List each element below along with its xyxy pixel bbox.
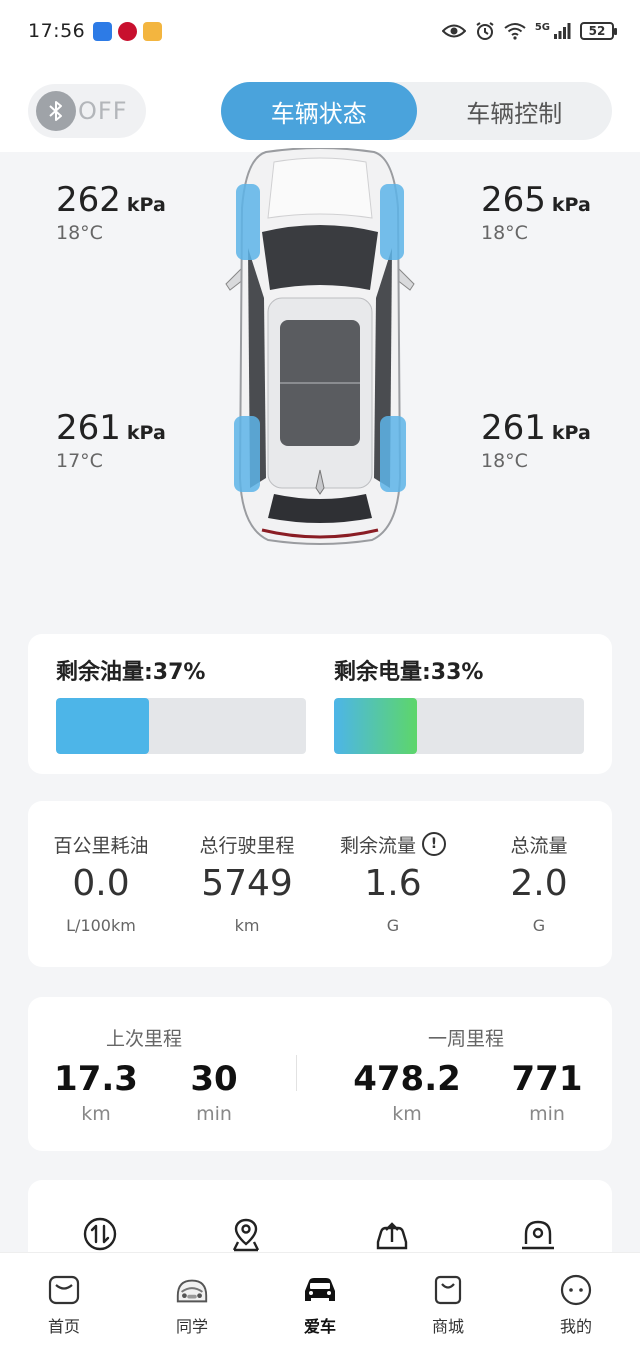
info-icon[interactable]: !	[422, 832, 446, 856]
stat-unit: L/100km	[66, 916, 136, 935]
profile-face-icon	[558, 1273, 594, 1307]
home-icon	[46, 1273, 82, 1307]
week-distance: 478.2	[353, 1059, 461, 1099]
battery-level-bar	[334, 698, 584, 754]
last-trip-duration: 30	[190, 1059, 238, 1099]
last-trip-title: 上次里程	[106, 1028, 183, 1050]
tab-vehicle-control[interactable]: 车辆控制	[417, 82, 613, 140]
view-tabs: 车辆状态 车辆控制	[221, 82, 612, 140]
energy-levels-card: 剩余油量:37% 剩余电量:33%	[28, 634, 612, 774]
signal-icon	[554, 23, 571, 39]
status-bar: 17:56 5G 52	[0, 0, 640, 62]
fuel-level-bar	[56, 698, 306, 754]
stat-fuel-consumption: 百公里耗油 0.0 L/100km	[28, 801, 174, 967]
stat-unit: km	[234, 916, 260, 935]
tire-highlight-rear-left	[234, 416, 260, 492]
tire-pressure: 261	[56, 408, 121, 448]
bluetooth-icon	[36, 91, 76, 131]
tire-highlight-front-left	[236, 184, 260, 260]
status-time: 17:56	[28, 20, 86, 42]
week-duration-unit: min	[529, 1103, 565, 1125]
stat-unit: G	[532, 916, 546, 935]
last-trip-distance: 17.3	[54, 1059, 138, 1099]
tire-rear-left: 261 kPa 17°C	[56, 408, 166, 472]
tire-temperature: 18°C	[481, 450, 528, 472]
last-trip-distance-unit: km	[81, 1103, 111, 1125]
shopping-bag-icon	[430, 1273, 466, 1307]
bluetooth-state-label: OFF	[78, 97, 128, 125]
stat-label: 总行驶里程	[199, 834, 295, 857]
status-right: 5G 52	[441, 21, 617, 41]
status-notification-icons	[93, 21, 163, 41]
last-trip-duration-unit: min	[196, 1103, 232, 1125]
nav-label: 首页	[47, 1317, 80, 1336]
mileage-divider	[296, 1055, 297, 1091]
bluetooth-toggle[interactable]: OFF	[28, 84, 146, 138]
tire-pressure: 265	[481, 180, 546, 220]
tire-pressure-unit: kPa	[126, 194, 166, 216]
vehicle-stats-card: 百公里耗油 0.0 L/100km 总行驶里程 5749 km 剩余流量 ! 1…	[28, 801, 612, 967]
nav-label: 商城	[431, 1317, 464, 1336]
battery-level-label: 剩余电量:33%	[334, 660, 484, 685]
location-pin-icon[interactable]	[228, 1216, 264, 1252]
tire-highlight-front-right	[380, 184, 404, 260]
tire-temperature: 18°C	[56, 222, 103, 244]
app-notification-icon	[93, 21, 113, 41]
bottom-navigation: 首页 同学 爱车 商城 我的	[0, 1252, 640, 1352]
tire-temperature: 17°C	[56, 450, 103, 472]
fuel-level-fill	[56, 698, 149, 754]
nav-label: 同学	[175, 1317, 208, 1336]
tire-pressure-unit: kPa	[551, 194, 591, 216]
week-duration: 771	[511, 1059, 583, 1099]
battery-level-fill	[334, 698, 417, 754]
mileage-card: 上次里程 17.3 km 30 min 一周里程 478.2 km 771 mi…	[28, 997, 612, 1151]
swap-arrows-icon[interactable]	[82, 1216, 118, 1252]
week-distance-unit: km	[392, 1103, 422, 1125]
nav-label: 我的	[559, 1317, 592, 1336]
stat-value: 1.6	[364, 863, 422, 904]
week-mileage-title: 一周里程	[428, 1028, 505, 1050]
stat-total-data: 总流量 2.0 G	[466, 801, 612, 967]
tire-pressure-unit: kPa	[551, 422, 591, 444]
tire-temperature: 18°C	[481, 222, 528, 244]
fuel-level-label: 剩余油量:37%	[56, 660, 206, 685]
tire-pressure-unit: kPa	[126, 422, 166, 444]
stat-label: 百公里耗油	[53, 834, 149, 857]
stat-label: 总流量	[510, 834, 568, 857]
tire-pressure: 261	[481, 408, 546, 448]
tire-rear-right: 261 kPa 18°C	[481, 408, 591, 472]
nav-profile[interactable]: 我的	[512, 1253, 640, 1352]
alarm-icon	[476, 22, 494, 40]
stat-remaining-data: 剩余流量 ! 1.6 G	[320, 801, 466, 967]
tire-highlight-rear-right	[380, 416, 406, 492]
battery-icon: 52	[580, 22, 617, 40]
stat-value: 2.0	[510, 863, 568, 904]
wifi-icon	[504, 23, 526, 40]
dome-light-icon[interactable]	[520, 1216, 556, 1252]
car-top-view-image	[225, 148, 415, 545]
app-notification-icon	[118, 21, 138, 41]
tire-front-right: 265 kPa 18°C	[481, 180, 591, 244]
eye-icon	[441, 24, 466, 38]
car-icon	[302, 1273, 338, 1307]
classmates-car-icon	[174, 1273, 210, 1307]
nav-label: 爱车	[303, 1317, 336, 1336]
tab-vehicle-status[interactable]: 车辆状态	[221, 82, 417, 140]
tire-front-left: 262 kPa 18°C	[56, 180, 166, 244]
stat-label-row: 剩余流量 !	[340, 831, 446, 857]
app-notification-icon	[143, 21, 163, 41]
stat-label: 剩余流量	[339, 834, 416, 857]
car-upload-icon[interactable]	[374, 1216, 410, 1252]
nav-mall[interactable]: 商城	[384, 1253, 512, 1352]
tire-pressure: 262	[56, 180, 121, 220]
network-type: 5G	[534, 21, 550, 33]
nav-my-car[interactable]: 爱车	[256, 1253, 384, 1352]
nav-classmates[interactable]: 同学	[128, 1253, 256, 1352]
stat-value: 5749	[201, 863, 293, 904]
stat-value: 0.0	[72, 863, 130, 904]
stat-unit: G	[386, 916, 400, 935]
stat-total-mileage: 总行驶里程 5749 km	[174, 801, 320, 967]
nav-home[interactable]: 首页	[0, 1253, 128, 1352]
top-header: OFF 车辆状态 车辆控制	[0, 62, 640, 152]
